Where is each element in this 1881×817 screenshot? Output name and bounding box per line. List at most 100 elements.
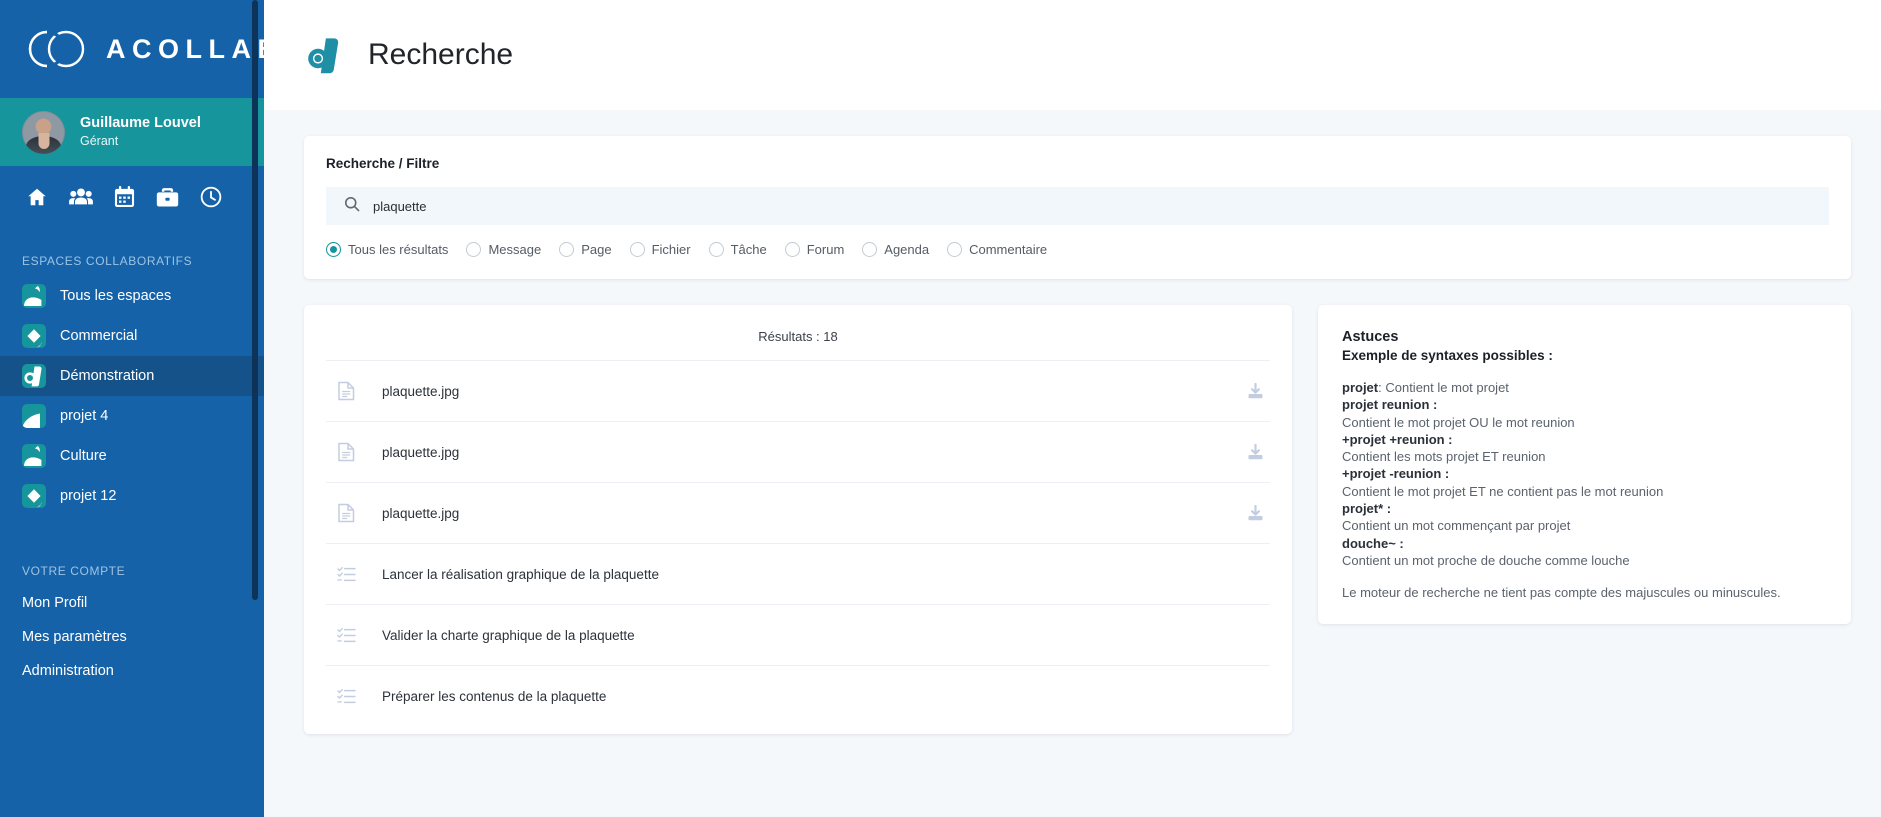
briefcase-icon[interactable] — [156, 187, 179, 208]
task-list-icon — [328, 627, 364, 644]
page-title: Recherche — [368, 38, 514, 71]
brand-header[interactable]: ACOLLAB — [0, 0, 264, 98]
user-role: Gérant — [80, 134, 119, 149]
radio-tache[interactable]: Tâche — [708, 242, 767, 257]
space-icon-projet-12-icon — [22, 484, 46, 508]
sidebar-account-title: VOTRE COMPTE — [22, 564, 126, 578]
table-row[interactable]: Valider la charte graphique de la plaque… — [326, 604, 1270, 665]
acollab-mark-icon — [304, 34, 346, 76]
filter-panel: Recherche / Filtre plaquette Tous les ré… — [304, 136, 1851, 279]
result-label: plaquette.jpg — [382, 383, 460, 399]
search-icon — [344, 196, 360, 217]
filter-panel-title: Recherche / Filtre — [326, 156, 440, 171]
radio-label: Tâche — [730, 242, 767, 257]
space-icon-projet-4-icon — [22, 404, 46, 428]
radio-dot-icon — [629, 242, 645, 257]
users-icon[interactable] — [69, 186, 93, 208]
table-row[interactable]: plaquette.jpg — [326, 421, 1270, 482]
tip-def: Contient les mots projet ET reunion — [1342, 449, 1546, 465]
tip-term: douche~ : — [1342, 535, 1404, 551]
table-row[interactable]: Préparer les contenus de la plaquette — [326, 665, 1270, 726]
radio-dot-icon — [466, 242, 482, 257]
user-card[interactable]: Guillaume Louvel Gérant — [0, 98, 264, 166]
download-icon[interactable] — [1242, 382, 1268, 400]
tip-term: projet — [1342, 380, 1379, 395]
tips-title: Astuces — [1342, 329, 1399, 345]
tip-def: Contient le mot projet ET ne contient pa… — [1342, 483, 1664, 499]
table-row[interactable]: Lancer la réalisation graphique de la pl… — [326, 543, 1270, 604]
results-panel: Résultats : 18 plaquette.jpg plaquette.j… — [304, 305, 1292, 734]
task-list-icon — [328, 688, 364, 705]
result-label: plaquette.jpg — [382, 444, 460, 460]
search-input-value: plaquette — [373, 198, 427, 214]
lower-section: Résultats : 18 plaquette.jpg plaquette.j… — [304, 305, 1851, 734]
sidebar-item-commercial[interactable]: Commercial — [0, 316, 264, 356]
radio-dot-icon — [708, 242, 724, 257]
radio-label: Commentaire — [969, 242, 1048, 257]
space-icon-demonstration-icon — [22, 364, 46, 388]
radio-label: Agenda — [884, 242, 930, 257]
file-icon — [328, 503, 364, 523]
download-icon[interactable] — [1242, 504, 1268, 522]
sidebar-item-label: projet 12 — [60, 488, 117, 504]
tip-term: projet* : — [1342, 500, 1392, 516]
sidebar-item-label: Culture — [60, 448, 107, 464]
file-icon — [328, 442, 364, 462]
sidebar-item-mes-parametres[interactable]: Mes paramètres — [0, 620, 264, 654]
sidebar-item-label: projet 4 — [60, 408, 109, 424]
radio-label: Message — [488, 242, 542, 257]
tip-def: Contient le mot projet OU le mot reunion — [1342, 414, 1575, 430]
radio-page[interactable]: Page — [559, 242, 612, 257]
sidebar-item-label: Tous les espaces — [60, 288, 172, 304]
radio-dot-icon — [862, 242, 878, 257]
user-name: Guillaume Louvel — [80, 114, 201, 131]
sidebar-item-administration[interactable]: Administration — [0, 654, 264, 688]
radio-commentaire[interactable]: Commentaire — [947, 242, 1047, 257]
calendar-icon[interactable] — [114, 186, 135, 208]
tips-note: Le moteur de recherche ne tient pas comp… — [1342, 585, 1781, 601]
radio-dot-icon — [559, 242, 575, 257]
page-header: Recherche — [264, 0, 1881, 110]
radio-forum[interactable]: Forum — [784, 242, 844, 257]
home-icon[interactable] — [26, 186, 48, 208]
brand-name: ACOLLAB — [106, 33, 264, 64]
radio-label: Tous les résultats — [348, 242, 449, 257]
sidebar-item-mon-profil[interactable]: Mon Profil — [0, 586, 264, 620]
search-input[interactable]: plaquette — [326, 187, 1829, 225]
table-row[interactable]: plaquette.jpg — [326, 360, 1270, 421]
radio-message[interactable]: Message — [466, 242, 541, 257]
main-area: Recherche Recherche / Filtre plaquette T… — [264, 0, 1881, 817]
radio-fichier[interactable]: Fichier — [629, 242, 691, 257]
sidebar-spaces-title: ESPACES COLLABORATIFS — [22, 254, 193, 268]
radio-label: Fichier — [651, 242, 691, 257]
radio-dot-icon — [947, 242, 963, 257]
table-row[interactable]: plaquette.jpg — [326, 482, 1270, 543]
sidebar-item-demonstration[interactable]: Démonstration — [0, 356, 264, 396]
radio-agenda[interactable]: Agenda — [862, 242, 929, 257]
radio-dot-icon — [326, 242, 341, 257]
file-icon — [328, 381, 364, 401]
download-icon[interactable] — [1242, 443, 1268, 461]
sidebar-item-tous-les-espaces[interactable]: Tous les espaces — [0, 276, 264, 316]
tip-def: : Contient le mot projet — [1378, 380, 1509, 395]
tip-def: Contient un mot commençant par projet — [1342, 518, 1571, 534]
radio-dot-icon — [784, 242, 800, 257]
acollab-rings-logo-icon — [26, 24, 88, 74]
sidebar-item-culture[interactable]: Culture — [0, 436, 264, 476]
sidebar-scrollbar[interactable] — [252, 0, 258, 600]
tip-term: +projet -reunion : — [1342, 466, 1450, 482]
space-icon-commercial-icon — [22, 324, 46, 348]
result-label: plaquette.jpg — [382, 505, 460, 521]
task-list-icon — [328, 566, 364, 583]
avatar — [22, 110, 65, 154]
sidebar-item-projet-12[interactable]: projet 12 — [0, 476, 264, 516]
radio-tous-les-resultats[interactable]: Tous les résultats — [326, 242, 448, 257]
result-label: Lancer la réalisation graphique de la pl… — [382, 566, 659, 582]
result-label: Préparer les contenus de la plaquette — [382, 688, 607, 704]
filter-radio-group: Tous les résultats Message Page Fichier … — [326, 242, 1829, 257]
clock-icon[interactable] — [200, 186, 222, 208]
sidebar-item-projet-4[interactable]: projet 4 — [0, 396, 264, 436]
tip-entry: projet: Contient le mot projet — [1342, 379, 1827, 396]
space-icon-culture-icon — [22, 444, 46, 468]
